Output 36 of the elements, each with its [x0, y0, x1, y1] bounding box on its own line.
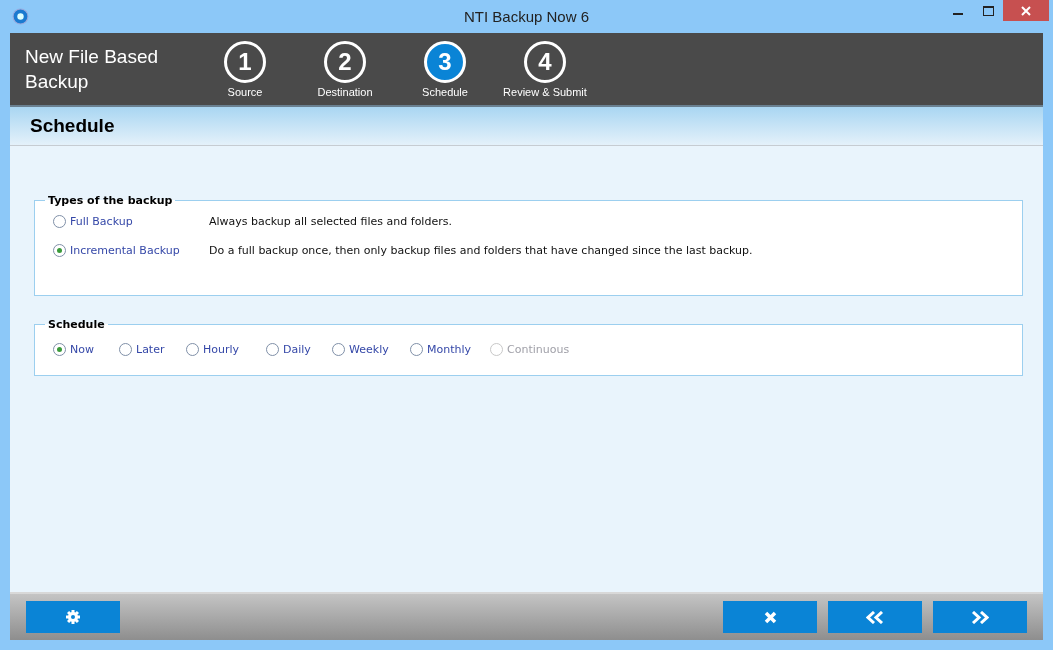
radio-option[interactable]: Hourly	[186, 342, 266, 356]
app-icon	[12, 8, 29, 25]
step-number: 4	[524, 40, 566, 83]
step-number: 2	[324, 40, 366, 83]
wizard-title: New File Based Backup	[25, 45, 160, 94]
group-legend: Types of the backup	[45, 194, 176, 207]
settings-button[interactable]	[26, 601, 120, 633]
step-label: Review & Submit	[503, 85, 587, 98]
radio-option[interactable]: Monthly	[410, 342, 490, 356]
section-title: Schedule	[30, 115, 115, 137]
close-icon	[1021, 5, 1031, 16]
minimize-icon	[953, 13, 963, 15]
close-button[interactable]	[1003, 0, 1049, 21]
gear-icon	[66, 610, 80, 624]
next-button[interactable]	[933, 601, 1027, 633]
radio-option[interactable]: Full Backup	[53, 215, 209, 228]
window-title: NTI Backup Now 6	[464, 8, 589, 25]
radio-option[interactable]: Incremental Backup	[53, 244, 209, 257]
back-button[interactable]	[828, 601, 922, 633]
radio-option[interactable]: Later	[119, 342, 186, 356]
maximize-icon	[982, 5, 994, 16]
radio-option[interactable]: Daily	[266, 342, 332, 356]
radio-option[interactable]: Weekly	[332, 342, 410, 356]
cancel-button[interactable]	[723, 601, 817, 633]
radio-option[interactable]: Now	[53, 342, 119, 356]
close-icon	[763, 610, 777, 624]
option-description: Do a full backup once, then only backup files and folders that have changed since the last backup.	[209, 244, 753, 257]
step-label: Destination	[317, 85, 373, 98]
option-description: Always backup all selected files and folders.	[209, 215, 452, 228]
double-chevron-right-icon	[971, 610, 989, 624]
step-number: 1	[224, 40, 266, 83]
group-legend: Schedule	[45, 318, 108, 331]
step-label: Schedule	[422, 85, 468, 98]
double-chevron-left-icon	[866, 610, 884, 624]
step-number: 3	[424, 40, 466, 83]
step-label: Source	[227, 85, 263, 98]
